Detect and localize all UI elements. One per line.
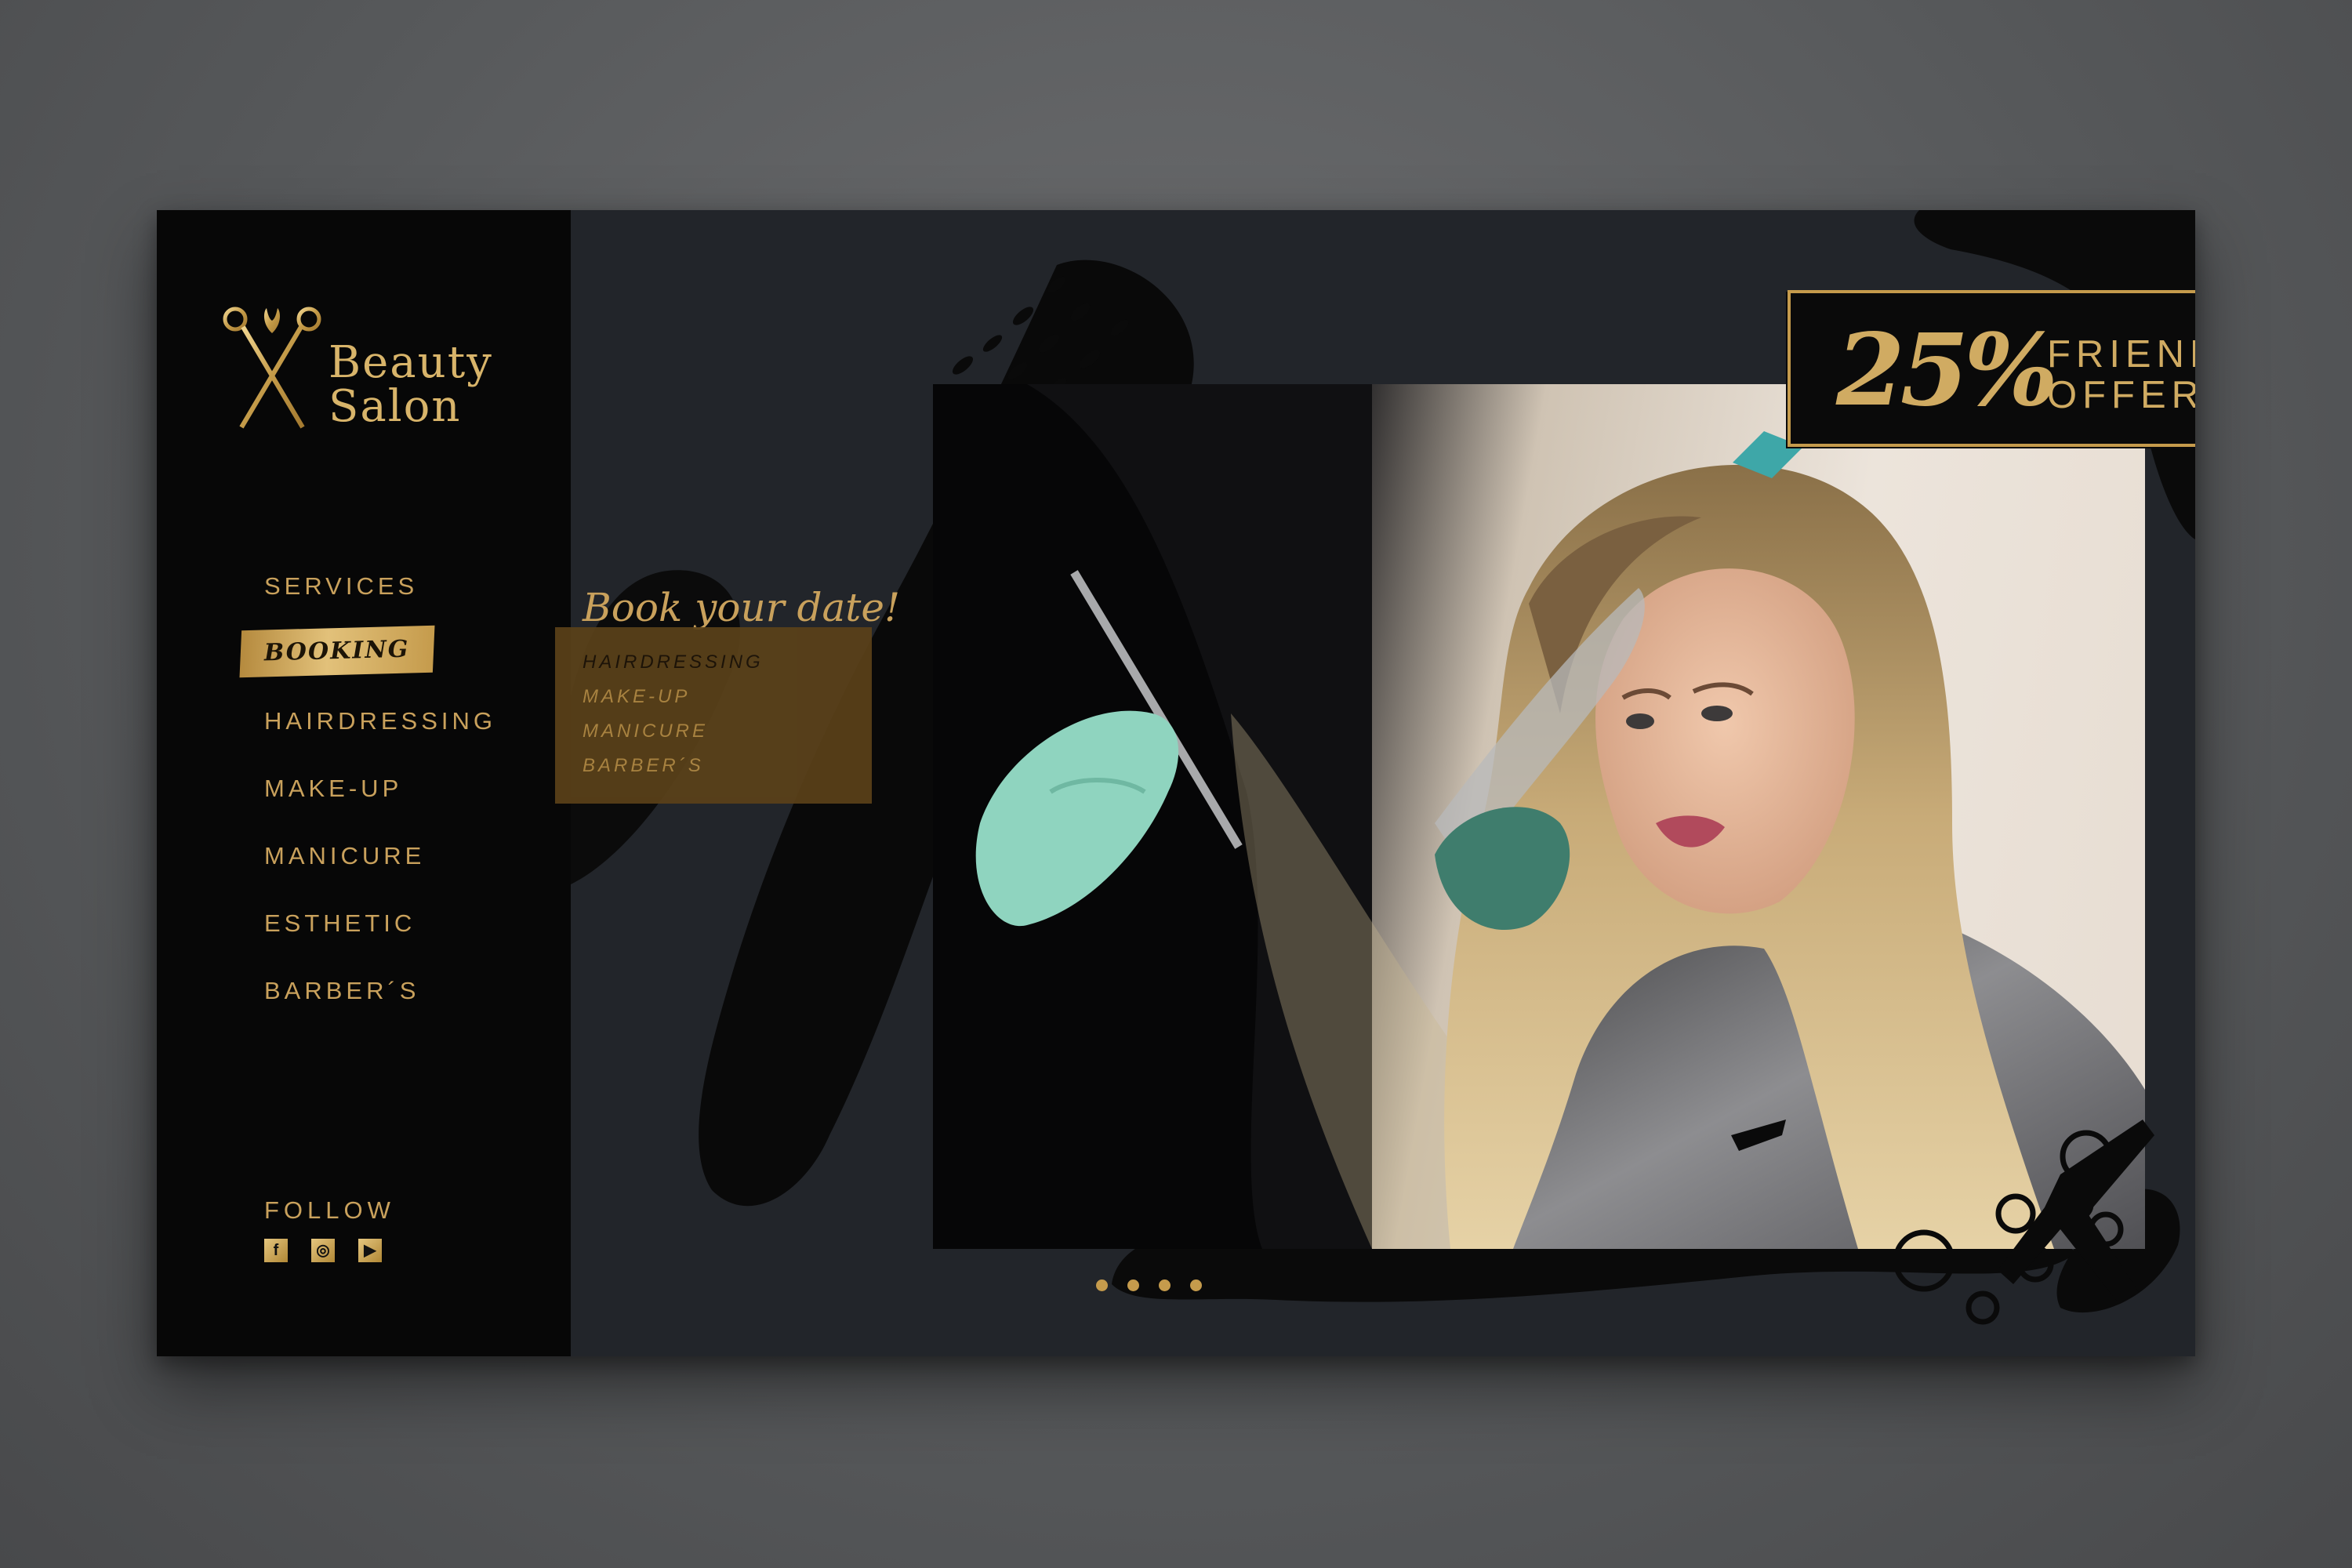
nav-item-make-up[interactable]: MAKE-UP — [264, 765, 402, 812]
booking-option-make-up[interactable]: MAKE-UP — [583, 685, 690, 709]
instagram-icon[interactable]: ◎ — [311, 1239, 335, 1262]
main-content: Book your date! HAIRDRESSING MAKE-UP MAN… — [555, 210, 2195, 1356]
nav-item-booking-label: BOOKING — [263, 635, 410, 667]
carousel-dot-2[interactable] — [1127, 1279, 1139, 1291]
offer-line2: OFFER! — [2047, 374, 2195, 416]
scissors-tulip-icon — [223, 307, 321, 429]
carousel-dots — [1096, 1279, 1202, 1291]
nav-item-hairdressing[interactable]: HAIRDRESSING — [264, 698, 496, 745]
nav-item-booking[interactable]: BOOKING — [239, 625, 435, 678]
booking-title: Book your date! — [583, 585, 901, 630]
brand-name: Beauty Salon — [328, 341, 493, 429]
carousel-dot-4[interactable] — [1190, 1279, 1202, 1291]
brand-name-line1: Beauty — [328, 337, 493, 388]
follow-label: FOLLOW — [264, 1196, 395, 1224]
brand-logo[interactable]: Beauty Salon — [221, 302, 519, 435]
offer-text: FRIEND OFFER! — [2047, 334, 2195, 416]
offer-percent: 25% — [1836, 312, 2058, 428]
booking-option-hairdressing[interactable]: HAIRDRESSING — [583, 651, 764, 674]
brand-name-line2: Salon — [328, 381, 462, 432]
carousel-dot-3[interactable] — [1159, 1279, 1171, 1291]
sidebar: Beauty Salon SERVICES BOOKING HAIRDRESSI… — [157, 210, 571, 1356]
nav-item-services[interactable]: SERVICES — [264, 563, 418, 610]
social-links: f ◎ ▶ — [264, 1239, 382, 1262]
nav-item-manicure[interactable]: MANICURE — [264, 833, 425, 880]
landing-page-card: Beauty Salon SERVICES BOOKING HAIRDRESSI… — [157, 210, 2195, 1356]
carousel-dot-1[interactable] — [1096, 1279, 1108, 1291]
booking-option-barbers[interactable]: BARBER´S — [583, 754, 704, 778]
offer-line1: FRIEND — [2047, 333, 2195, 376]
youtube-icon[interactable]: ▶ — [358, 1239, 382, 1262]
nav-item-barbers[interactable]: BARBER´S — [264, 967, 419, 1014]
facebook-icon[interactable]: f — [264, 1239, 288, 1262]
booking-option-manicure[interactable]: MANICURE — [583, 720, 708, 743]
booking-dropdown: HAIRDRESSING MAKE-UP MANICURE BARBER´S — [555, 627, 872, 804]
nav-item-esthetic[interactable]: ESTHETIC — [264, 900, 416, 947]
